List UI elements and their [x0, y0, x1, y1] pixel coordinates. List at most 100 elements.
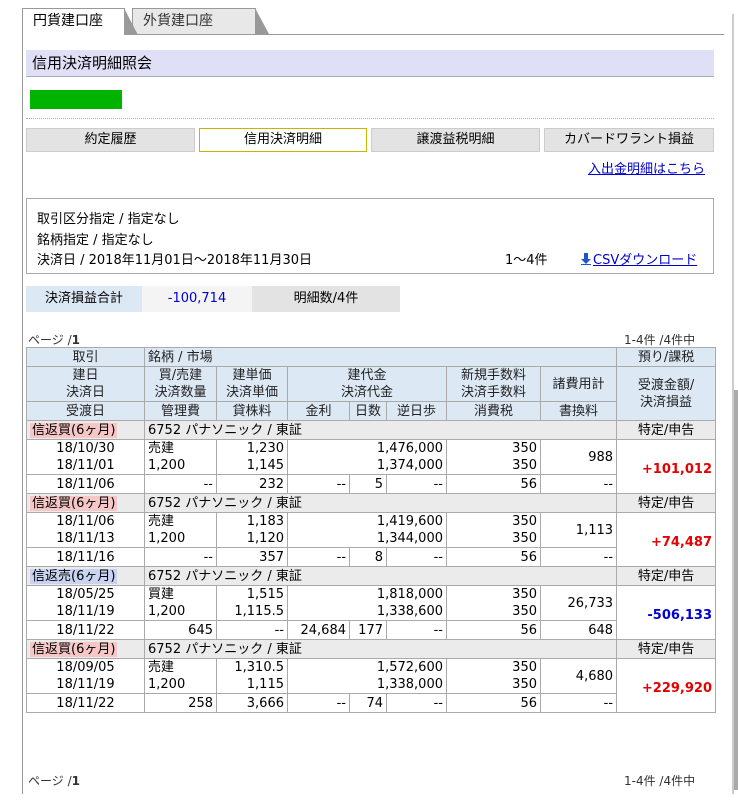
header-stock-market: 銘柄 / 市場 [143, 347, 618, 367]
trade-misc-fee: 988 [539, 439, 618, 475]
trade-reverse-fee: -- [386, 547, 447, 567]
trade-pl: +101,012 [616, 439, 717, 494]
csv-download-link[interactable]: CSVダウンロード [581, 249, 697, 268]
trade-amounts: 1,818,000 1,338,600 [287, 585, 447, 621]
header-delivery-pl: 受渡金額/決済損益 [616, 366, 717, 421]
trade-prices: 1,310.5 1,115 [216, 658, 288, 694]
trade-detail-row: 18/10/30 18/11/01 売建 1,200 1,230 1,145 1,47… [26, 439, 717, 494]
header-row-1: 取引 銘柄 / 市場 預り/課税 [26, 347, 717, 367]
trade-amounts: 1,476,000 1,374,000 [287, 439, 447, 475]
page-title: 信用決済明細照会 [26, 50, 714, 77]
trade-interest: -- [287, 547, 350, 567]
trade-side-qty: 売建 1,200 [144, 658, 217, 694]
trade-lending-fee: 3,666 [216, 693, 288, 713]
trade-stock: 6752 パナソニック / 東証 [143, 639, 618, 659]
trade-detail-row: 18/09/05 18/11/19 売建 1,200 1,310.5 1,115 1,… [26, 658, 717, 713]
trade-consumption-tax: 56 [446, 474, 541, 494]
trade-detail-row: 18/11/06 18/11/13 売建 1,200 1,183 1,120 1,41… [26, 512, 717, 567]
trade-fees: 350 350 [446, 439, 541, 475]
trade-group-row: 信返買(6ヶ月) 6752 パナソニック / 東証 特定/申告 [26, 493, 717, 513]
trade-mgmt-fee: 258 [144, 693, 217, 713]
header-mgmt-fee: 管理費 [144, 401, 217, 421]
header-lending-fee: 貸株料 [216, 401, 288, 421]
pager-top: ページ /1 [28, 333, 80, 347]
header-fees: 新規手数料 決済手数料 [446, 366, 541, 402]
trade-fees: 350 350 [446, 658, 541, 694]
header-side-qty: 買/売建 決済数量 [144, 366, 217, 402]
deposit-withdrawal-link[interactable]: 入出金明細はこちら [588, 158, 705, 177]
header-amounts: 建代金 決済代金 [287, 366, 447, 402]
trade-tax: 特定/申告 [616, 639, 717, 659]
header-consumption-tax: 消費税 [446, 401, 541, 421]
trade-misc-fee: 26,733 [539, 585, 618, 621]
trade-delivery-date: 18/11/22 [26, 693, 145, 713]
trade-days: 8 [349, 547, 387, 567]
scrollbar-thumb[interactable] [734, 390, 738, 790]
trade-prices: 1,183 1,120 [216, 512, 288, 548]
trade-side-qty: 売建 1,200 [144, 512, 217, 548]
trade-days: 177 [349, 620, 387, 640]
trade-pl: +229,920 [616, 658, 717, 713]
trade-tax: 特定/申告 [616, 493, 717, 513]
trade-delivery-date: 18/11/16 [26, 547, 145, 567]
trade-type: 信返買(6ヶ月) [26, 420, 145, 440]
trade-side-qty: 買建 1,200 [144, 585, 217, 621]
nav-capital-gains-tax[interactable]: 譲渡益税明細 [371, 128, 540, 152]
nav-margin-settlement[interactable]: 信用決済明細 [199, 128, 367, 152]
trade-fees: 350 350 [446, 512, 541, 548]
trade-tax: 特定/申告 [616, 566, 717, 586]
trade-lending-fee: -- [216, 620, 288, 640]
header-misc-fee: 諸費用計 [539, 366, 618, 402]
trade-days: 74 [349, 693, 387, 713]
trade-rewrite-fee: 648 [539, 620, 618, 640]
trade-lending-fee: 357 [216, 547, 288, 567]
trade-delivery-date: 18/11/22 [26, 620, 145, 640]
trade-side-qty: 売建 1,200 [144, 439, 217, 475]
header-days: 日数 [349, 401, 387, 421]
trade-rewrite-fee: -- [539, 547, 618, 567]
trade-fee-row: 18/11/22 258 3,666 -- 74 -- 56 -- [26, 693, 716, 713]
detail-count: 明細数/4件 [252, 286, 400, 312]
trade-mgmt-fee: 645 [144, 620, 217, 640]
trade-group-row: 信返売(6ヶ月) 6752 パナソニック / 東証 特定/申告 [26, 566, 717, 586]
trade-delivery-date: 18/11/06 [26, 474, 145, 494]
trade-fee-row: 18/11/16 -- 357 -- 8 -- 56 -- [26, 547, 716, 567]
trade-rewrite-fee: -- [539, 474, 618, 494]
trade-dates: 18/11/06 18/11/13 [26, 512, 145, 548]
header-prices: 建単価 決済単価 [216, 366, 288, 402]
trade-type: 信返買(6ヶ月) [26, 493, 145, 513]
trade-type: 信返買(6ヶ月) [26, 639, 145, 659]
pl-total-label: 決済損益合計 [26, 286, 142, 312]
pager-count-top: 1-4件 /4件中 [624, 333, 696, 347]
tab-foreign-account[interactable]: 外貨建口座 [132, 8, 269, 34]
nav-trade-history[interactable]: 約定履歴 [26, 128, 195, 152]
trade-reverse-fee: -- [386, 474, 447, 494]
trade-consumption-tax: 56 [446, 620, 541, 640]
trade-misc-fee: 4,680 [539, 658, 618, 694]
header-reverse-fee: 逆日歩 [386, 401, 447, 421]
pager-bottom: ページ /1 [28, 774, 80, 788]
trade-fee-row: 18/11/22 645 -- 24,684 177 -- 56 648 [26, 620, 716, 640]
trade-consumption-tax: 56 [446, 693, 541, 713]
trade-lending-fee: 232 [216, 474, 288, 494]
pl-total-value: -100,714 [142, 286, 252, 312]
trade-amounts: 1,572,600 1,338,000 [287, 658, 447, 694]
tab-yen-account[interactable]: 円貨建口座 [22, 8, 138, 35]
stock-condition: 銘柄指定 / 指定なし [37, 233, 154, 248]
trade-mgmt-fee: -- [144, 547, 217, 567]
trade-prices: 1,515 1,115.5 [216, 585, 288, 621]
header-custody-tax: 預り/課税 [616, 347, 717, 367]
trade-reverse-fee: -- [386, 620, 447, 640]
header-row-2: 建日 決済日 買/売建 決済数量 建単価 決済単価 建代金 決済代金 新規手数料 決済手数… [26, 366, 717, 421]
trade-fee-row: 18/11/06 -- 232 -- 5 -- 56 -- [26, 474, 716, 494]
trade-type: 信返売(6ヶ月) [26, 566, 145, 586]
trade-days: 5 [349, 474, 387, 494]
trade-stock: 6752 パナソニック / 東証 [143, 420, 618, 440]
trade-amounts: 1,419,600 1,344,000 [287, 512, 447, 548]
nav-covered-warrant[interactable]: カバードワラント損益 [544, 128, 714, 152]
header-trade: 取引 [26, 347, 145, 367]
trade-interest: -- [287, 693, 350, 713]
trade-interest: -- [287, 474, 350, 494]
header-delivery-date: 受渡日 [26, 401, 145, 421]
trade-dates: 18/05/25 18/11/19 [26, 585, 145, 621]
